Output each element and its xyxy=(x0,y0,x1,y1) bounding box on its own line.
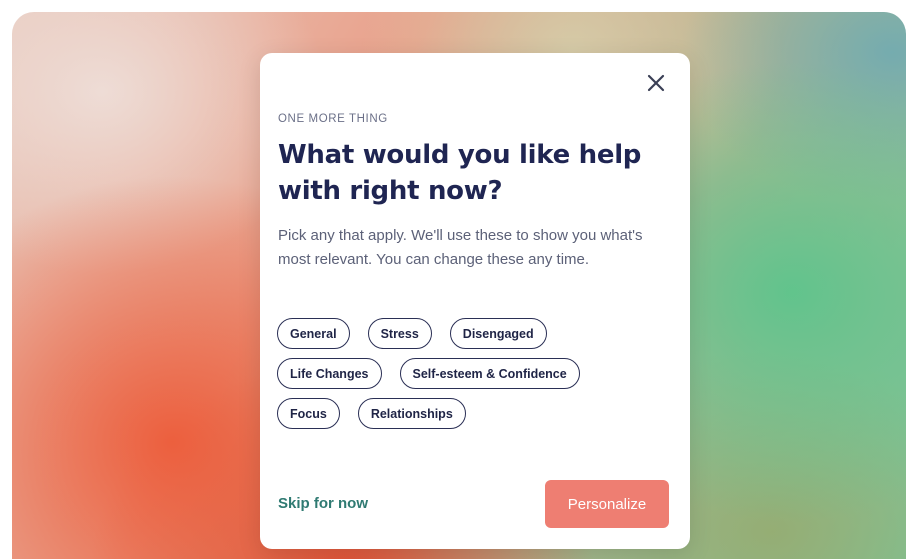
topic-chip-group: General Stress Disengaged Life Changes S… xyxy=(277,318,677,438)
chip-self-esteem-confidence[interactable]: Self-esteem & Confidence xyxy=(399,358,580,389)
close-icon xyxy=(647,74,665,92)
skip-for-now-link[interactable]: Skip for now xyxy=(278,495,368,512)
close-button[interactable] xyxy=(641,68,671,98)
chip-row: General Stress Disengaged xyxy=(277,318,677,349)
gradient-background: ONE MORE THING What would you like help … xyxy=(12,12,906,559)
modal-title: What would you like help with right now? xyxy=(278,140,642,206)
personalize-modal: ONE MORE THING What would you like help … xyxy=(260,53,690,549)
chip-row: Life Changes Self-esteem & Confidence xyxy=(277,358,677,389)
chip-relationships[interactable]: Relationships xyxy=(357,398,466,429)
chip-row: Focus Relationships xyxy=(277,398,677,429)
chip-focus[interactable]: Focus xyxy=(277,398,340,429)
personalize-button[interactable]: Personalize xyxy=(545,480,669,528)
chip-life-changes[interactable]: Life Changes xyxy=(277,358,382,389)
chip-disengaged[interactable]: Disengaged xyxy=(449,318,547,349)
eyebrow-label: ONE MORE THING xyxy=(278,113,388,125)
modal-description: Pick any that apply. We'll use these to … xyxy=(278,227,643,268)
chip-stress[interactable]: Stress xyxy=(367,318,432,349)
chip-general[interactable]: General xyxy=(277,318,350,349)
